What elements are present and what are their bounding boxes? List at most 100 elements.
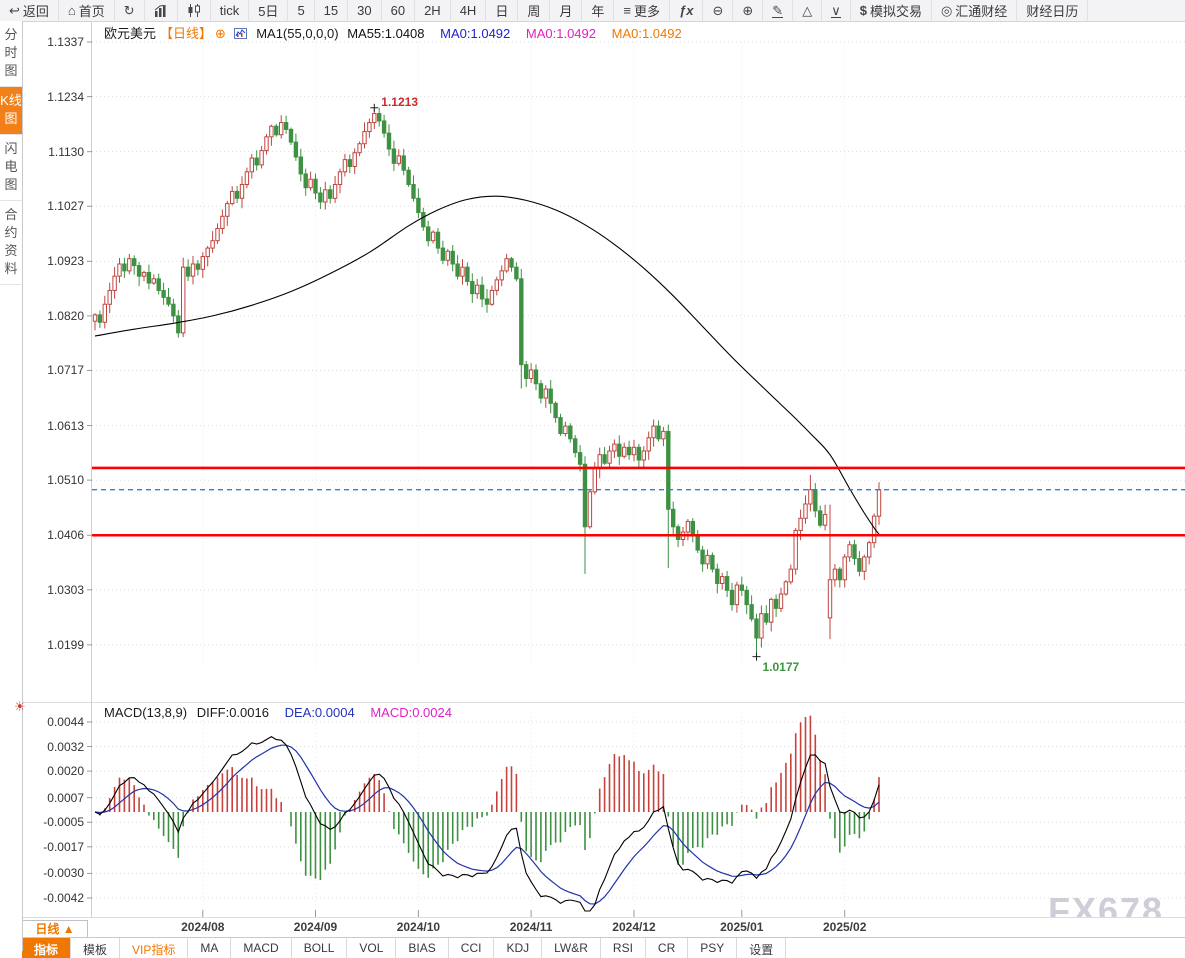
sidebar-item-contract-info[interactable]: 合约资料 — [0, 201, 22, 285]
home-button[interactable]: ⌂首页 — [59, 0, 115, 21]
toolbar: ↩返回⌂首页↻tick5日51530602H4H日周月年≡更多ƒx⊖⊕✎△∨$模… — [0, 0, 1185, 22]
price-axis-label: 1.0820 — [32, 309, 84, 323]
macd-params-label: MACD(13,8,9) — [104, 705, 187, 720]
sidebar: 分时图K线图闪电图合约资料 — [0, 21, 23, 951]
period-5d-button[interactable]: 5日 — [249, 0, 288, 21]
formula-button[interactable]: ƒx — [670, 0, 703, 21]
candle-chart-button[interactable] — [178, 0, 211, 21]
period-week-button[interactable]: 周 — [518, 0, 550, 21]
zoom-out-icon: ⊖ — [712, 4, 723, 17]
ma0-value-3: MA0:1.0492 — [612, 26, 682, 41]
arrow-back-icon: ↩ — [9, 4, 20, 17]
ma-indicator-icon — [234, 27, 247, 42]
pencil-icon: ✎ — [772, 4, 783, 18]
tab-vol[interactable]: VOL — [347, 938, 396, 958]
period-4h-button[interactable]: 4H — [451, 0, 487, 21]
huitong-button[interactable]: ◎汇通财经 — [932, 0, 1017, 21]
fx-icon: ƒx — [679, 4, 693, 17]
ma0-value-2: MA0:1.0492 — [526, 26, 596, 41]
tab-bias[interactable]: BIAS — [396, 938, 448, 958]
menu-icon: ≡ — [623, 4, 631, 17]
triangle-down-button[interactable]: ∨ — [822, 0, 851, 21]
macd-settings-icon[interactable]: ☀ — [14, 699, 26, 715]
period-month-label: 月 — [559, 1, 572, 20]
calendar-button[interactable]: 财经日历 — [1017, 0, 1088, 21]
refresh-icon: ↻ — [124, 4, 135, 17]
tab-boll[interactable]: BOLL — [292, 938, 348, 958]
back-button[interactable]: ↩返回 — [0, 0, 59, 21]
refresh-button[interactable]: ↻ — [115, 0, 145, 21]
house-icon: ⌂ — [68, 4, 76, 17]
tab-cr[interactable]: CR — [646, 938, 688, 958]
sidebar-item-time-chart[interactable]: 分时图 — [0, 21, 22, 87]
triangle-up-button[interactable]: △ — [793, 0, 822, 21]
macd-dea-value: DEA:0.0004 — [285, 705, 355, 720]
triangle-up-icon: △ — [802, 4, 812, 17]
x-axis-label: 2024/11 — [496, 920, 566, 934]
sim-trade-button[interactable]: $模拟交易 — [851, 0, 932, 21]
high-price-annotation: 1.1213 — [381, 95, 418, 109]
tab-template[interactable]: 模板 — [71, 938, 120, 958]
home-label: 首页 — [79, 1, 105, 20]
x-axis-label: 2025/02 — [810, 920, 880, 934]
tab-rsi[interactable]: RSI — [601, 938, 646, 958]
chart-canvas[interactable] — [0, 0, 1185, 951]
tab-settings[interactable]: 设置 — [737, 938, 786, 958]
more-button[interactable]: ≡更多 — [614, 0, 670, 21]
period-15-button[interactable]: 15 — [315, 0, 348, 21]
macd-axis-label: -0.0017 — [32, 840, 84, 854]
period-30-button[interactable]: 30 — [348, 0, 381, 21]
price-axis-label: 1.0613 — [32, 419, 84, 433]
price-axis-label: 1.0199 — [32, 638, 84, 652]
back-label: 返回 — [23, 1, 49, 20]
period-5-label: 5 — [297, 3, 304, 18]
x-axis-label: 2024/12 — [599, 920, 669, 934]
ma0-value-1: MA0:1.0492 — [440, 26, 510, 41]
macd-axis-label: 0.0020 — [32, 764, 84, 778]
tick-button[interactable]: tick — [211, 0, 250, 21]
tab-ma[interactable]: MA — [188, 938, 231, 958]
macd-diff-value: DIFF:0.0016 — [197, 705, 269, 720]
period-60-label: 60 — [391, 3, 405, 18]
macd-axis-label: -0.0030 — [32, 866, 84, 880]
add-favorite-icon[interactable]: ⊕ — [215, 26, 226, 41]
huitong-label: 汇通财经 — [955, 1, 1007, 20]
period-5-button[interactable]: 5 — [288, 0, 314, 21]
x-axis-label: 2024/09 — [281, 920, 351, 934]
period-year-button[interactable]: 年 — [582, 0, 614, 21]
line-chart-button[interactable] — [145, 0, 178, 21]
period-month-button[interactable]: 月 — [550, 0, 582, 21]
tab-macd[interactable]: MACD — [231, 938, 291, 958]
sidebar-item-kline-chart[interactable]: K线图 — [0, 87, 22, 135]
price-axis-label: 1.0923 — [32, 254, 84, 268]
tab-kdj[interactable]: KDJ — [494, 938, 542, 958]
dollar-icon: $ — [860, 4, 867, 17]
price-axis-label: 1.0303 — [32, 583, 84, 597]
price-axis-label: 1.0510 — [32, 473, 84, 487]
tab-cci[interactable]: CCI — [449, 938, 495, 958]
zoom-in-button[interactable]: ⊕ — [733, 0, 763, 21]
tab-psy[interactable]: PSY — [688, 938, 737, 958]
period-15-label: 15 — [324, 3, 338, 18]
period-tag: 【日线】 — [160, 26, 212, 41]
period-selector-button[interactable]: 日线 ▲ — [22, 920, 88, 938]
tab-vip-indicator[interactable]: VIP指标 — [120, 938, 188, 958]
period-2h-button[interactable]: 2H — [415, 0, 451, 21]
ma55-value: MA55:1.0408 — [347, 26, 424, 41]
period-week-label: 周 — [527, 1, 540, 20]
sidebar-item-flash-chart[interactable]: 闪电图 — [0, 135, 22, 201]
draw-button[interactable]: ✎ — [763, 0, 793, 21]
price-axis-label: 1.1234 — [32, 90, 84, 104]
macd-macd-value: MACD:0.0024 — [370, 705, 452, 720]
bottom-tab-bar: 指标模板VIP指标MAMACDBOLLVOLBIASCCIKDJLW&RRSIC… — [22, 937, 1185, 958]
macd-axis-label: 0.0032 — [32, 740, 84, 754]
tab-indicator[interactable]: 指标 — [22, 938, 71, 958]
period-day-button[interactable]: 日 — [486, 0, 518, 21]
more-label: 更多 — [634, 1, 660, 20]
bar-chart-icon — [154, 5, 168, 17]
period-60-button[interactable]: 60 — [382, 0, 415, 21]
period-5d-label: 5日 — [258, 1, 278, 20]
zoom-out-button[interactable]: ⊖ — [703, 0, 733, 21]
symbol-name: 欧元美元 — [104, 26, 156, 41]
tab-lwr[interactable]: LW&R — [542, 938, 601, 958]
